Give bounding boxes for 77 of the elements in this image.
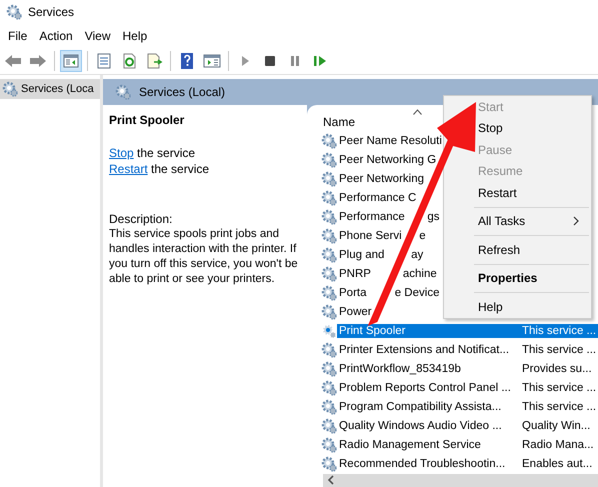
scroll-left-icon[interactable] bbox=[327, 475, 335, 486]
service-name-cell[interactable]: Printer Extensions and Notificat... bbox=[337, 343, 520, 358]
back-arrow-icon[interactable] bbox=[4, 52, 22, 70]
window-title: Services bbox=[28, 5, 74, 19]
service-gear-icon bbox=[321, 304, 337, 320]
menu-item[interactable]: All Tasks bbox=[478, 210, 591, 232]
service-name-cell[interactable]: Porta bbox=[337, 286, 366, 300]
service-name-cell[interactable]: Recommended Troubleshootin... bbox=[337, 457, 520, 472]
menu-item[interactable]: Action bbox=[33, 27, 79, 45]
service-gear-icon bbox=[321, 323, 337, 340]
horizontal-scrollbar[interactable] bbox=[323, 474, 598, 487]
service-name-cell[interactable]: Print Spooler bbox=[337, 324, 520, 338]
service-name: Print Spooler bbox=[109, 113, 186, 127]
description-cell-text: Radio Mana... bbox=[521, 438, 595, 452]
forward-arrow-icon[interactable] bbox=[29, 52, 47, 70]
action-sentence: Stop the service bbox=[109, 145, 196, 161]
service-gear-icon bbox=[321, 152, 337, 168]
service-gear-icon bbox=[321, 247, 337, 264]
menu-item[interactable]: View bbox=[78, 27, 116, 45]
service-name-cell[interactable]: e Device bbox=[394, 286, 440, 300]
submenu-chevron-icon bbox=[573, 216, 579, 226]
description-cell-text: Quality Win... bbox=[521, 419, 592, 434]
service-name-cell[interactable]: gs bbox=[427, 210, 440, 224]
description-cell-text: Enables aut... bbox=[521, 457, 594, 472]
service-gear-icon bbox=[321, 380, 337, 396]
service-name-cell[interactable]: Plug and bbox=[337, 248, 384, 262]
gear-icon bbox=[115, 84, 131, 100]
service-gear-icon bbox=[321, 418, 337, 434]
gear-icon bbox=[2, 81, 18, 97]
menu-item[interactable]: Refresh bbox=[478, 239, 591, 260]
description-label: Description: bbox=[109, 211, 174, 227]
description-cell-text: Provides su... bbox=[521, 362, 593, 376]
service-name-cell[interactable]: Problem Reports Control Panel ... bbox=[337, 381, 520, 396]
properties-icon[interactable] bbox=[95, 52, 113, 70]
service-name-cell[interactable]: Radio Management Service bbox=[337, 438, 520, 452]
menu-item[interactable]: Help bbox=[478, 296, 591, 318]
description-cell: This service ... bbox=[520, 324, 598, 338]
service-name-cell[interactable]: PNRP bbox=[337, 267, 371, 282]
app-gear-icon bbox=[6, 4, 22, 20]
menu-item[interactable]: Properties bbox=[478, 268, 591, 289]
service-name-cell[interactable]: PrintWorkflow_853419b bbox=[337, 362, 520, 376]
service-gear-icon bbox=[321, 361, 337, 378]
service-name-cell[interactable]: achine bbox=[402, 267, 437, 282]
menu-item[interactable]: Help bbox=[116, 27, 154, 45]
column-header[interactable]: Name bbox=[323, 114, 356, 129]
pane-title: Services (Local) bbox=[139, 85, 226, 99]
description-cell-text: This service ... bbox=[521, 343, 598, 358]
description-cell-text: This service ... bbox=[521, 400, 598, 414]
menu-item[interactable]: Restart bbox=[478, 182, 591, 204]
service-gear-icon bbox=[321, 190, 337, 206]
help-icon[interactable] bbox=[178, 52, 196, 70]
action-link[interactable]: Stop bbox=[109, 146, 134, 160]
service-gear-icon bbox=[321, 437, 337, 454]
action-link[interactable]: Restart bbox=[109, 162, 148, 176]
service-gear-icon bbox=[321, 456, 337, 472]
service-gear-icon bbox=[321, 228, 337, 244]
description-text: This service spools print jobs and handles interaction with the printer. If you turn off this service, you won't be able to print or see your printers. bbox=[109, 227, 299, 287]
menu-item[interactable]: File bbox=[2, 27, 34, 45]
action-sentence: Restart the service bbox=[109, 161, 210, 177]
service-name-cell[interactable]: Phone Servi bbox=[337, 229, 402, 244]
service-name-cell[interactable]: ay bbox=[411, 248, 424, 262]
service-name-cell[interactable]: Performance bbox=[337, 210, 405, 224]
service-gear-icon bbox=[321, 266, 337, 282]
service-name-cell[interactable]: Quality Windows Audio Video ... bbox=[337, 419, 520, 434]
menu-item[interactable]: Stop bbox=[478, 118, 591, 139]
service-gear-icon bbox=[321, 133, 337, 150]
service-gear-icon bbox=[321, 209, 337, 226]
service-gear-icon bbox=[321, 399, 337, 416]
console-window-icon[interactable] bbox=[203, 52, 221, 70]
service-gear-icon bbox=[321, 171, 337, 188]
service-gear-icon bbox=[321, 342, 337, 358]
service-name-cell[interactable]: e bbox=[419, 229, 426, 244]
export-list-icon[interactable] bbox=[145, 52, 163, 70]
service-name-cell[interactable]: Program Compatibility Assista... bbox=[337, 400, 520, 414]
description-cell-text: This service ... bbox=[521, 381, 598, 396]
tree-item[interactable]: Services (Loca bbox=[0, 79, 100, 99]
service-gear-icon bbox=[321, 285, 337, 302]
